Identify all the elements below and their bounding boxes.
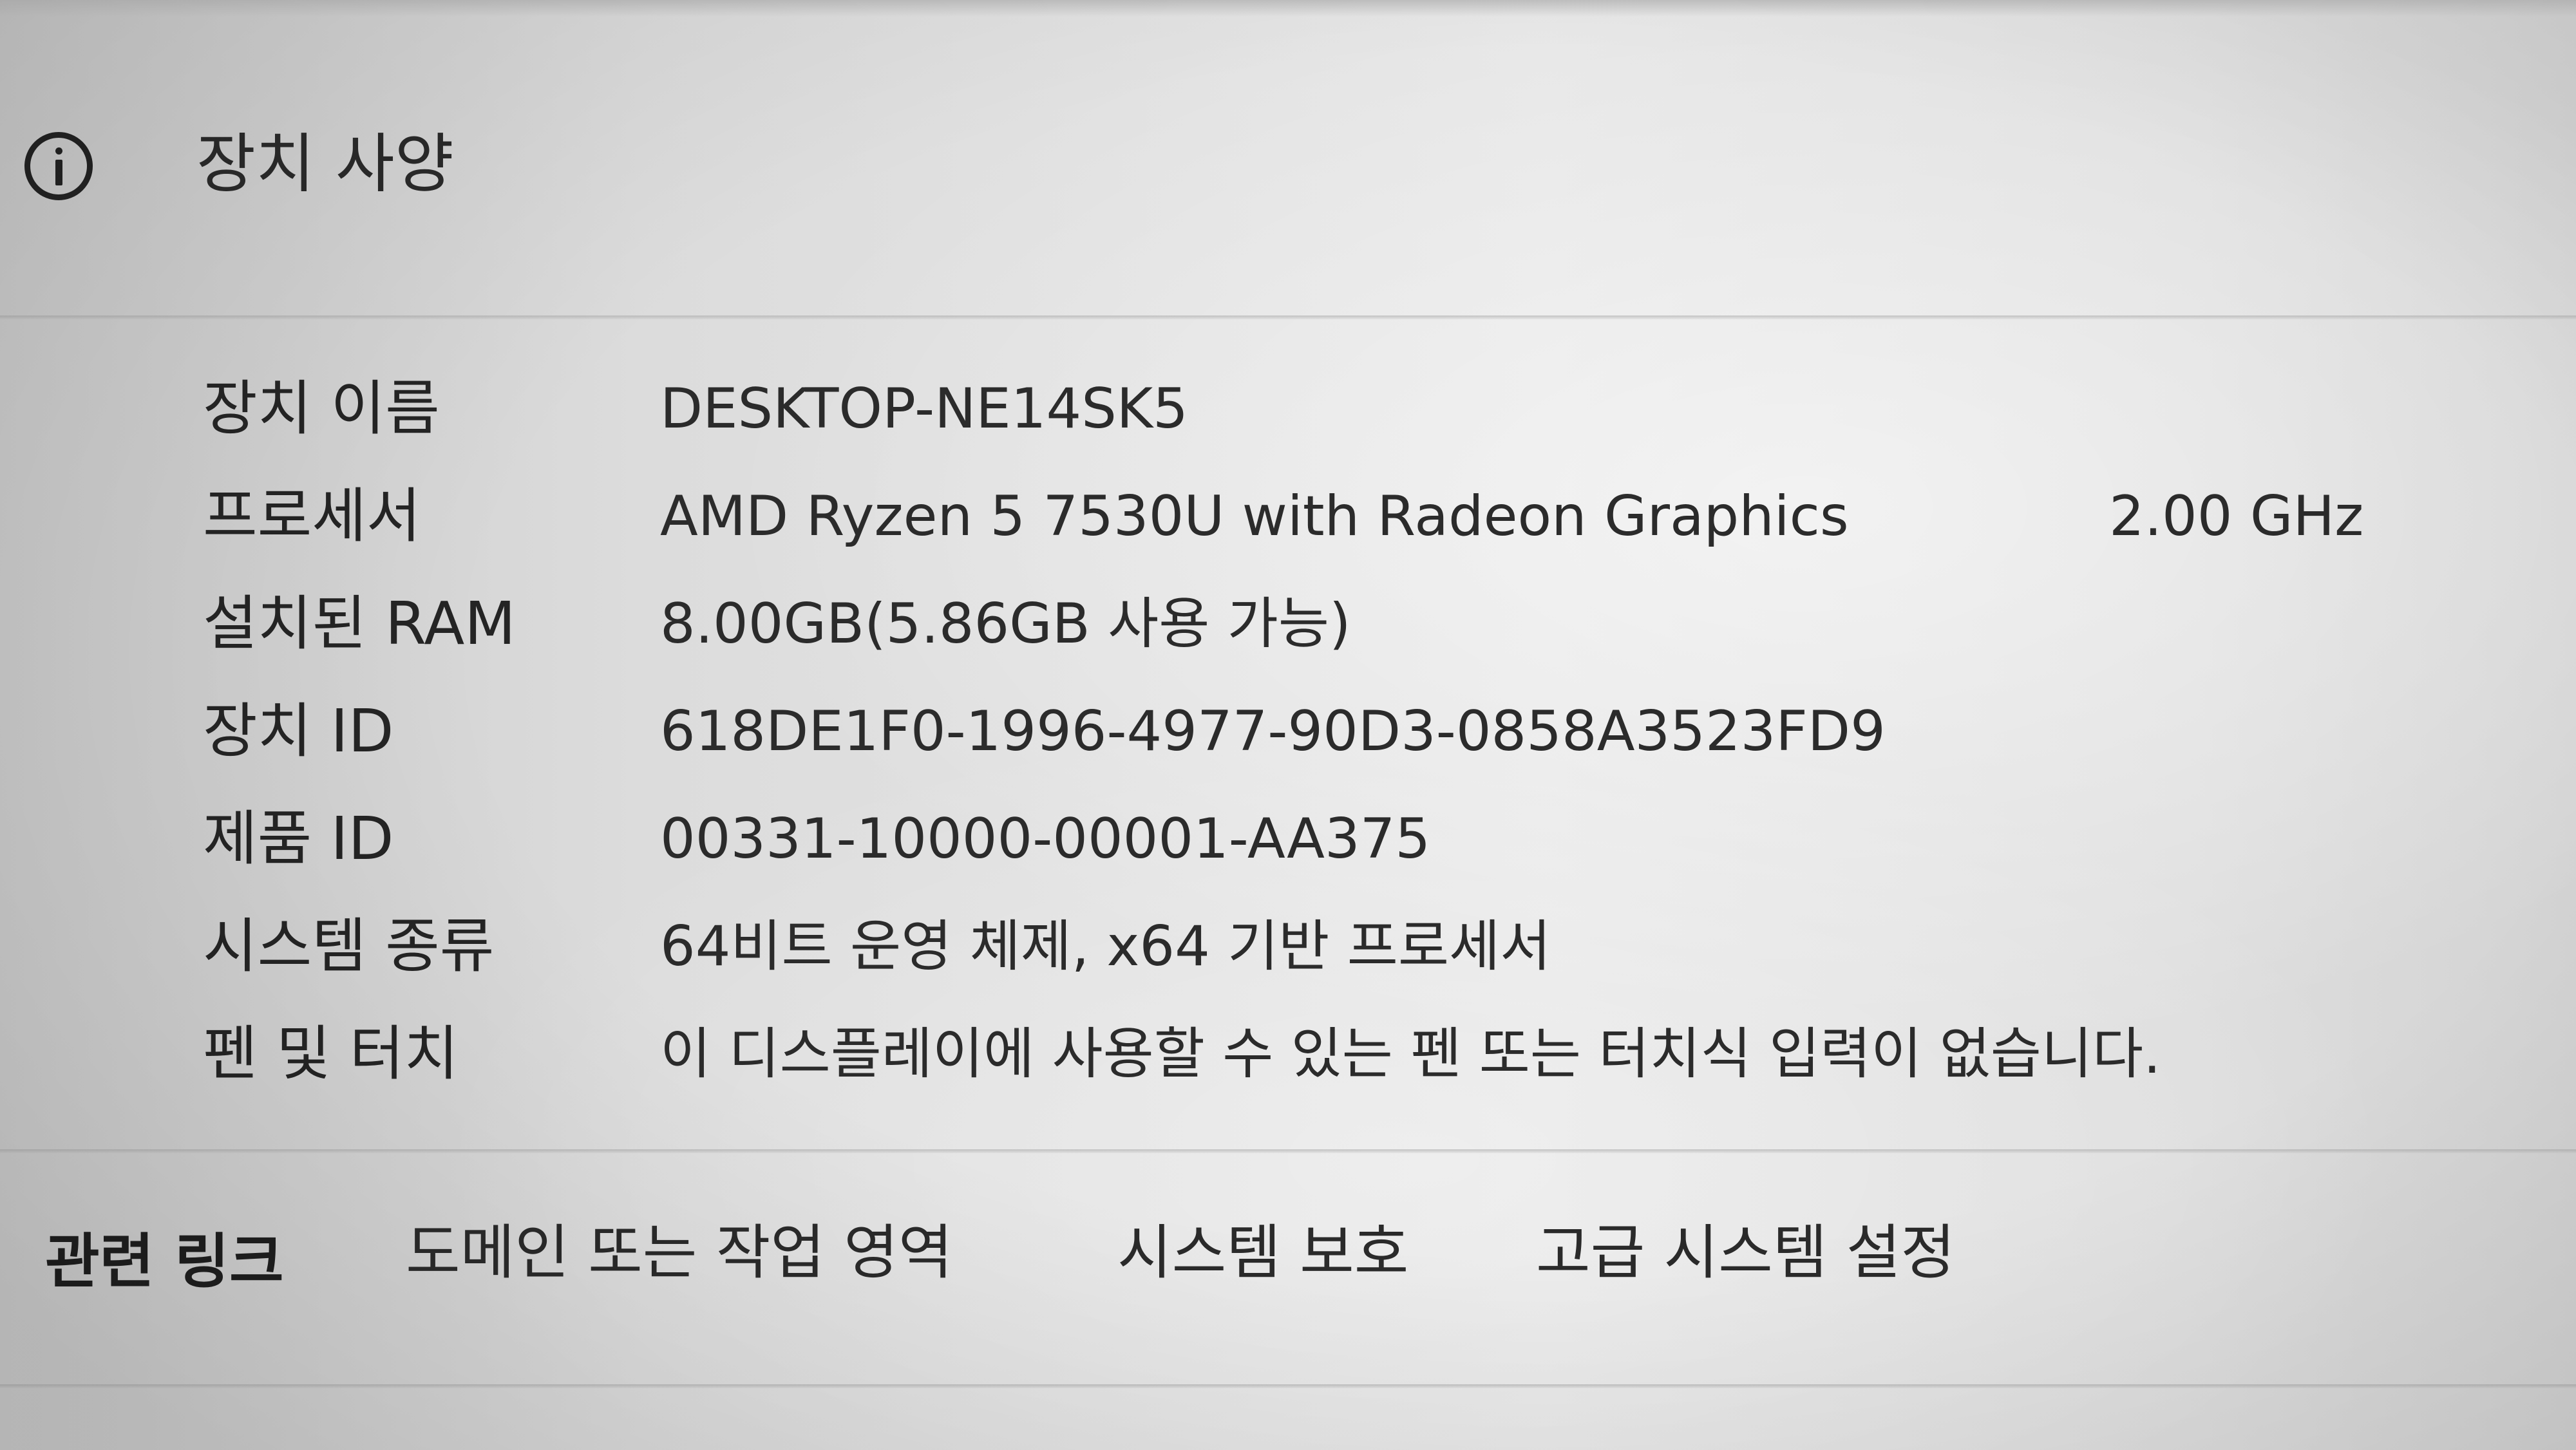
spec-label: 장치 이름 <box>203 374 440 443</box>
spec-row-device-name: 장치 이름 DESKTOP-NE14SK5 <box>0 361 2576 457</box>
related-links-title: 관련 링크 <box>45 1227 284 1296</box>
spec-row-installed-ram: 설치된 RAM 8.00GB(5.86GB 사용 가능) <box>0 576 2576 672</box>
spec-label: 프로세서 <box>203 482 421 551</box>
system-protection-link[interactable]: 시스템 보호 <box>1117 1201 1408 1304</box>
spec-label: 시스템 종류 <box>203 912 495 981</box>
spec-value: 8.00GB(5.86GB 사용 가능) <box>660 592 1351 656</box>
spec-row-product-id: 제품 ID 00331-10000-00001-AA375 <box>0 791 2576 887</box>
related-divider <box>0 1149 2576 1153</box>
spec-label: 장치 ID <box>203 697 394 766</box>
spec-value: DESKTOP-NE14SK5 <box>660 377 1188 441</box>
spec-label: 설치된 RAM <box>203 589 516 658</box>
spec-row-pen-touch: 펜 및 터치 이 디스플레이에 사용할 수 있는 펜 또는 터치식 입력이 없습… <box>0 1006 2576 1102</box>
spec-row-system-type: 시스템 종류 64비트 운영 체제, x64 기반 프로세서 <box>0 898 2576 995</box>
spec-value: 64비트 운영 체제, x64 기반 프로세서 <box>660 914 1551 979</box>
spec-value: 이 디스플레이에 사용할 수 있는 펜 또는 터치식 입력이 없습니다. <box>660 1022 2161 1086</box>
spec-row-device-id: 장치 ID 618DE1F0-1996-4977-90D3-0858A3523F… <box>0 683 2576 780</box>
processor-speed: 2.00 GHz <box>2109 484 2364 549</box>
domain-or-workgroup-link[interactable]: 도메인 또는 작업 영역 <box>406 1201 953 1304</box>
advanced-system-settings-link[interactable]: 고급 시스템 설정 <box>1536 1201 1955 1304</box>
spec-value: AMD Ryzen 5 7530U with Radeon Graphics <box>660 484 1849 549</box>
spec-row-processor: 프로세서 AMD Ryzen 5 7530U with Radeon Graph… <box>0 468 2576 565</box>
spec-value: 618DE1F0-1996-4977-90D3-0858A3523FD9 <box>660 699 1886 764</box>
bottom-divider <box>0 1384 2576 1388</box>
related-links: 관련 링크 도메인 또는 작업 영역 시스템 보호 고급 시스템 설정 <box>0 1210 2576 1313</box>
spec-label: 제품 ID <box>203 804 394 873</box>
spec-label: 펜 및 터치 <box>203 1019 459 1088</box>
spec-value: 00331-10000-00001-AA375 <box>660 807 1431 871</box>
